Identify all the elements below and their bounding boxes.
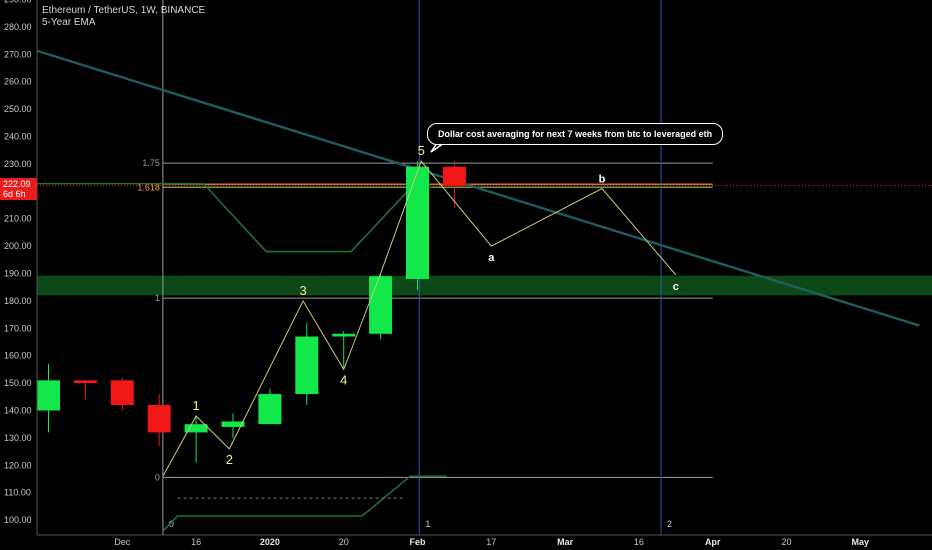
- current-price-value: 222.09: [3, 179, 31, 189]
- price-tick-label: 140.00: [4, 406, 32, 416]
- time-tick-label: Mar: [557, 537, 574, 547]
- price-tick-label: 170.00: [4, 323, 32, 333]
- price-tick-label: 270.00: [4, 49, 32, 59]
- wave-label: a: [488, 252, 495, 264]
- time-axis-bg: [0, 535, 932, 550]
- candle-body: [332, 333, 356, 337]
- price-tick-label: 190.00: [4, 269, 32, 279]
- time-tick-label: 17: [486, 537, 496, 547]
- wave-label: b: [599, 174, 606, 186]
- price-tick-label: 100.00: [4, 515, 32, 525]
- bar-countdown: 6d 6h: [3, 189, 26, 199]
- price-tick-label: 240.00: [4, 132, 32, 142]
- candle-body: [110, 380, 134, 406]
- wave-label: 2: [226, 452, 233, 467]
- time-tick-label: 16: [191, 537, 201, 547]
- candle-body: [369, 276, 393, 334]
- wave-label: 3: [299, 283, 306, 298]
- support-zone: [37, 275, 932, 296]
- price-tick-label: 210.00: [4, 214, 32, 224]
- price-chart[interactable]: 1.751.6181001212345abc290.00280.00270.00…: [0, 0, 932, 550]
- chart-header: Ethereum / TetherUS, 1W, BINANCE 5-Year …: [42, 5, 205, 29]
- time-tick-label: 2020: [260, 537, 280, 547]
- price-tick-label: 260.00: [4, 77, 32, 87]
- price-tick-label: 230.00: [4, 159, 32, 169]
- price-tick-label: 110.00: [4, 488, 31, 498]
- candle: [369, 273, 393, 340]
- wave-label: c: [673, 281, 679, 293]
- symbol-title: Ethereum / TetherUS, 1W, BINANCE: [42, 5, 206, 16]
- candle-body: [442, 166, 466, 186]
- candle-body: [295, 336, 319, 395]
- fib-level-label: 0: [155, 472, 160, 482]
- wave-label: 5: [418, 143, 425, 158]
- time-tick-label: May: [852, 537, 870, 547]
- price-tick-label: 160.00: [4, 351, 32, 361]
- current-price-tag: 222.09 6d 6h: [0, 178, 37, 200]
- candle: [406, 161, 429, 290]
- vertical-marker-label: 2: [667, 519, 672, 529]
- candle-body: [258, 394, 282, 425]
- time-tick-label: Dec: [114, 537, 131, 547]
- price-tick-label: 200.00: [4, 241, 32, 251]
- time-tick-label: 20: [781, 537, 791, 547]
- indicator-name: 5-Year EMA: [42, 17, 96, 28]
- candle-body: [37, 380, 60, 411]
- fib-level-label: 1: [155, 293, 160, 303]
- candle-body: [147, 405, 171, 433]
- callout-note[interactable]: Dollar cost averaging for next 7 weeks f…: [427, 123, 724, 145]
- wave-label: 4: [340, 372, 347, 387]
- candle-body: [406, 166, 429, 279]
- time-tick-label: Apr: [705, 537, 721, 547]
- price-tick-label: 130.00: [4, 433, 32, 443]
- price-tick-label: 280.00: [4, 22, 32, 32]
- wave-label: 1: [192, 398, 199, 413]
- time-tick-label: 16: [634, 537, 644, 547]
- price-tick-label: 290.00: [4, 0, 32, 5]
- candle-body: [73, 380, 97, 384]
- price-tick-label: 250.00: [4, 104, 32, 114]
- price-tick-label: 180.00: [4, 296, 32, 306]
- vertical-marker-label: 1: [425, 519, 430, 529]
- fib-level-label: 1.75: [142, 158, 160, 168]
- time-tick-label: Feb: [409, 537, 426, 547]
- price-tick-label: 150.00: [4, 378, 32, 388]
- time-tick-label: 20: [339, 537, 349, 547]
- price-tick-label: 120.00: [4, 460, 32, 470]
